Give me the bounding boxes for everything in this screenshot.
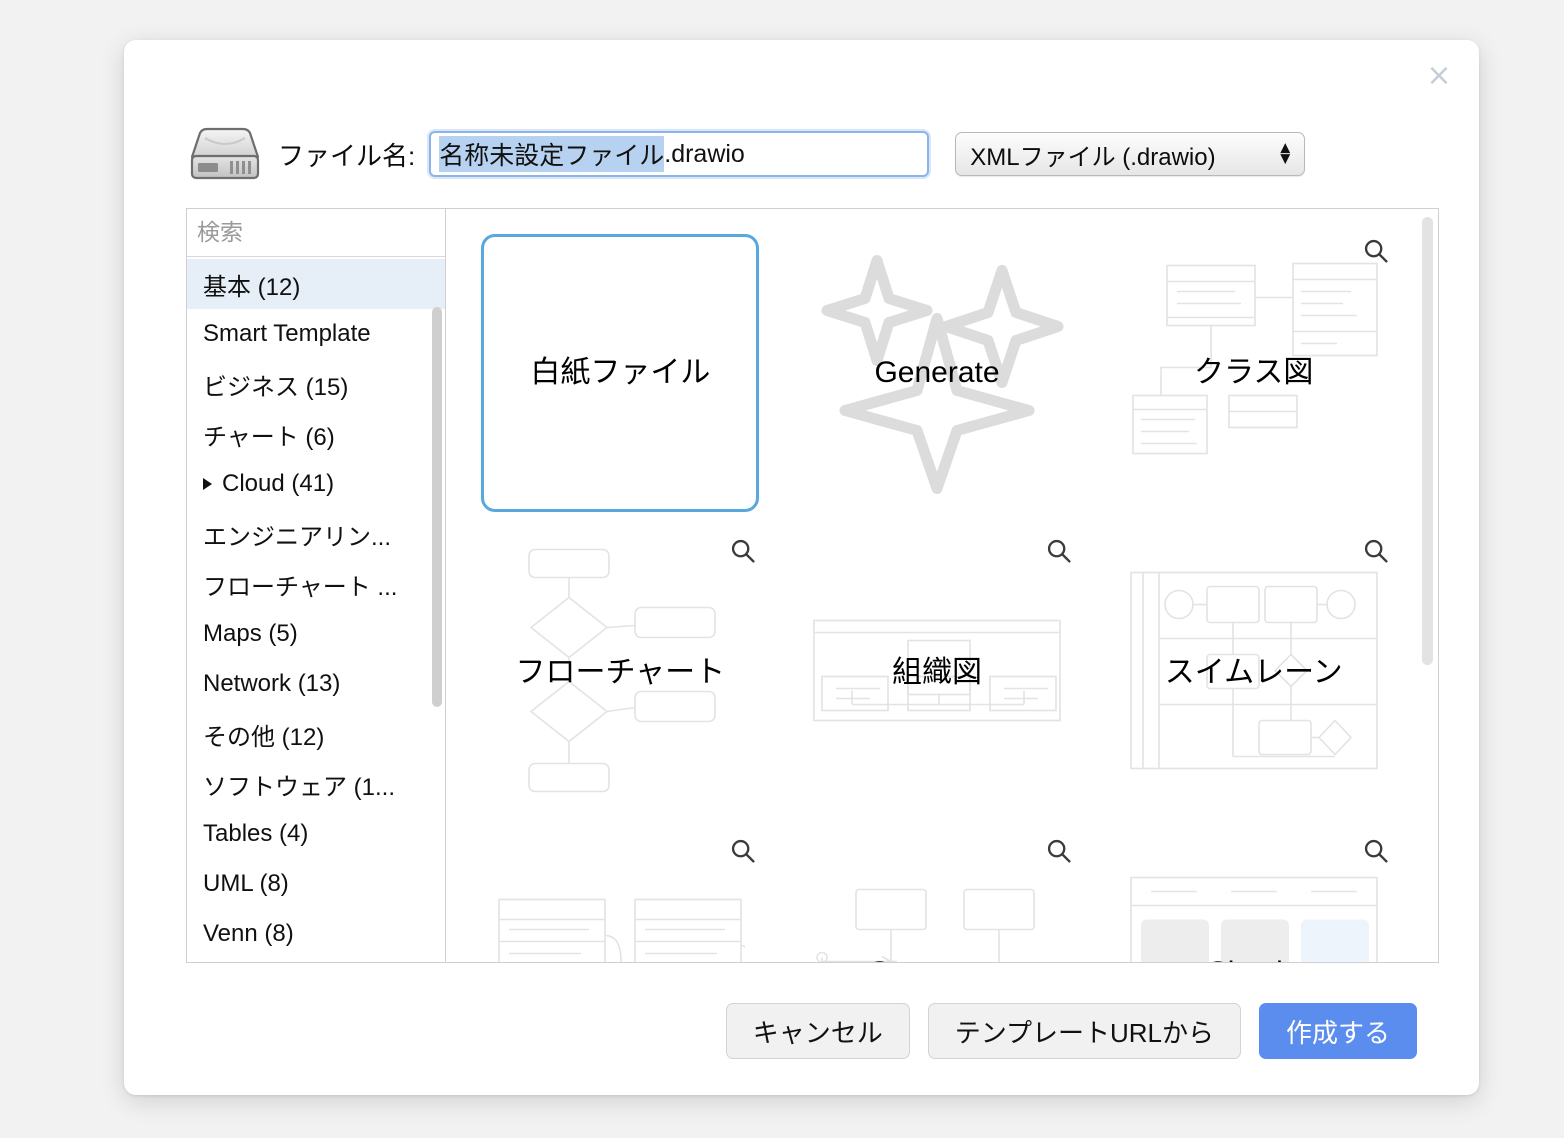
template-tile[interactable]: Generate: [779, 223, 1096, 523]
template-tile-label: クラス図: [1193, 356, 1314, 390]
template-preview-simple: [1129, 876, 1379, 962]
template-tile-label: スイムレーン: [1164, 656, 1343, 690]
template-grid-panel: 白紙ファイル Generate クラス図 フローチャート 組織図 スイムレーン: [446, 208, 1439, 963]
sidebar-item-label: フローチャート ...: [203, 573, 398, 601]
template-preview-zoom-icon[interactable]: [1362, 237, 1390, 265]
search-input[interactable]: [197, 219, 445, 246]
template-tile-label: Generate: [874, 356, 1000, 390]
template-preview-zoom-icon[interactable]: [1045, 537, 1073, 565]
dialog-footer: キャンセル テンプレートURLから 作成する: [725, 1003, 1417, 1059]
template-grid: 白紙ファイル Generate クラス図 フローチャート 組織図 スイムレーン: [446, 209, 1420, 962]
sidebar-item[interactable]: Venn (8): [187, 909, 445, 959]
new-file-dialog: × ファイル名: 名称未設定ファイル .drawio XMLファイル (.dra…: [124, 40, 1479, 1095]
filename-row: ファイル名: 名称未設定ファイル .drawio XMLファイル (.drawio…: [186, 118, 1436, 190]
sidebar-item-label: チャート (6): [203, 423, 335, 451]
grid-scrollbar-thumb[interactable]: [1422, 217, 1433, 665]
sidebar-item-label: Venn (8): [203, 920, 294, 947]
search-box[interactable]: [187, 209, 445, 257]
grid-scrollbar-track[interactable]: [1422, 215, 1433, 956]
template-tile-label: 組織図: [891, 656, 982, 690]
template-tile[interactable]: Sequence: [779, 823, 1096, 962]
sidebar-scrollbar-thumb[interactable]: [432, 307, 442, 707]
template-preview-zoom-icon[interactable]: [729, 837, 757, 865]
sidebar-item[interactable]: Network (13): [187, 659, 445, 709]
sidebar-item[interactable]: エンジニアリン...: [187, 509, 445, 559]
dialog-body: 基本 (12) Smart Template ビジネス (15) チャート (6) Cl…: [186, 208, 1439, 963]
sidebar-item[interactable]: 基本 (12): [187, 259, 445, 309]
sidebar-item-label: UML (8): [203, 870, 289, 897]
page-background: × ファイル名: 名称未設定ファイル .drawio XMLファイル (.dra…: [0, 0, 1564, 1138]
template-preview-sequence: [812, 886, 1062, 962]
template-tile[interactable]: スイムレーン: [1095, 523, 1412, 823]
sidebar-item[interactable]: チャート (6): [187, 409, 445, 459]
template-tile-label: Simple: [1208, 954, 1300, 962]
hard-drive-icon: [186, 123, 264, 185]
sidebar-item-label: Cloud (41): [222, 470, 335, 497]
sidebar-item[interactable]: Tables (4): [187, 809, 445, 859]
sidebar-item[interactable]: その他 (12): [187, 709, 445, 759]
create-button[interactable]: 作成する: [1258, 1003, 1417, 1059]
sidebar-item-label: ビジネス (15): [203, 373, 349, 401]
sidebar-item[interactable]: UML (8): [187, 859, 445, 909]
sidebar-item[interactable]: ソフトウェア (1...: [187, 759, 445, 809]
sidebar-item-label: 基本 (12): [203, 273, 301, 301]
sidebar-item[interactable]: Maps (5): [187, 609, 445, 659]
sidebar-item[interactable]: Cloud (41): [187, 459, 445, 509]
template-preview-zoom-icon[interactable]: [1362, 837, 1390, 865]
template-tile[interactable]: フローチャート: [462, 523, 779, 823]
template-tile[interactable]: [462, 823, 779, 962]
sidebar-item-label: Network (13): [203, 670, 341, 697]
filename-selected-text: 名称未設定ファイル: [439, 136, 665, 172]
category-list[interactable]: 基本 (12) Smart Template ビジネス (15) チャート (6) Cl…: [187, 257, 445, 962]
filetype-select[interactable]: XMLファイル (.drawio) ▲ ▼: [955, 132, 1306, 176]
template-tile[interactable]: Simple: [1095, 823, 1412, 962]
template-preview-er: [495, 886, 752, 962]
sidebar-item-label: Maps (5): [203, 620, 298, 647]
category-sidebar: 基本 (12) Smart Template ビジネス (15) チャート (6) Cl…: [186, 208, 446, 963]
sidebar-scrollbar-track[interactable]: [432, 307, 442, 958]
template-preview-zoom-icon[interactable]: [1045, 837, 1073, 865]
sidebar-item-label: その他 (12): [203, 723, 325, 751]
cancel-button[interactable]: キャンセル: [725, 1003, 910, 1059]
filename-input[interactable]: 名称未設定ファイル .drawio: [429, 131, 930, 177]
filename-label: ファイル名:: [278, 140, 416, 171]
sidebar-item-label: ソフトウェア (1...: [203, 773, 396, 801]
blank-file-tile[interactable]: 白紙ファイル: [481, 234, 760, 512]
template-tile[interactable]: 白紙ファイル: [462, 223, 779, 523]
sidebar-item-label: エンジニアリン...: [203, 523, 392, 551]
close-icon[interactable]: ×: [1421, 58, 1457, 94]
sidebar-item[interactable]: Smart Template: [187, 309, 445, 359]
template-preview-zoom-icon[interactable]: [1362, 537, 1390, 565]
template-tile-label: 白紙ファイル: [530, 356, 711, 390]
chevron-updown-icon: ▲ ▼: [1280, 140, 1291, 167]
template-tile-label: フローチャート: [515, 656, 726, 690]
template-preview-zoom-icon[interactable]: [729, 537, 757, 565]
expand-triangle-icon[interactable]: [203, 478, 212, 490]
filename-extension-text: .drawio: [664, 139, 745, 168]
template-tile-label: Sequence: [869, 954, 1004, 962]
sidebar-item[interactable]: フローチャート ...: [187, 559, 445, 609]
template-tile[interactable]: クラス図: [1095, 223, 1412, 523]
filetype-value: XMLファイル (.drawio): [970, 143, 1216, 171]
sidebar-item[interactable]: ビジネス (15): [187, 359, 445, 409]
sidebar-item-label: Tables (4): [203, 820, 309, 847]
sidebar-item-label: Smart Template: [203, 320, 371, 347]
from-template-url-button[interactable]: テンプレートURLから: [927, 1003, 1241, 1059]
template-tile[interactable]: 組織図: [779, 523, 1096, 823]
